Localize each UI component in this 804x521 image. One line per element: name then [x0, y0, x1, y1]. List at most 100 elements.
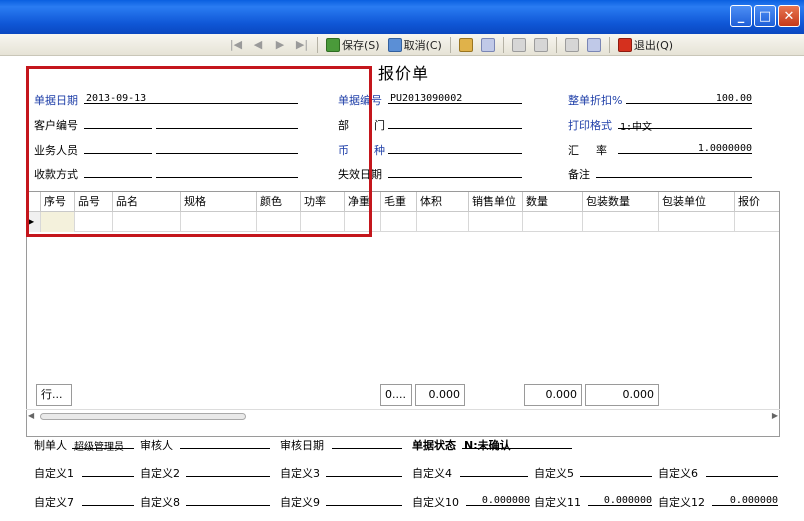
scroll-thumb[interactable]: [40, 413, 246, 420]
minimize-button[interactable]: _: [730, 5, 752, 27]
dept-field[interactable]: [388, 115, 522, 129]
properties-icon: [458, 37, 473, 52]
customer-name-field[interactable]: [156, 115, 298, 129]
export-button[interactable]: [562, 36, 582, 54]
row-ops-button[interactable]: 行...: [36, 384, 72, 406]
grid-cell[interactable]: [583, 212, 659, 232]
grid-cell[interactable]: [41, 212, 75, 232]
cancel-icon: [387, 37, 402, 52]
grid-cell[interactable]: [735, 212, 779, 232]
custom5-field[interactable]: [580, 463, 652, 477]
col-header[interactable]: 品号: [75, 192, 113, 212]
col-header[interactable]: 净重: [345, 192, 381, 212]
grid-cell[interactable]: [469, 212, 523, 232]
grid-cell[interactable]: [381, 212, 417, 232]
table-row[interactable]: [27, 212, 779, 232]
grid-cell[interactable]: [345, 212, 381, 232]
currency-field[interactable]: [388, 140, 522, 154]
audit-date-field[interactable]: [332, 435, 402, 449]
custom4-field[interactable]: [460, 463, 528, 477]
total-qty: 0.000: [524, 384, 582, 406]
custom3-field[interactable]: [326, 463, 402, 477]
total-weight: 0....: [380, 384, 412, 406]
print-button[interactable]: [509, 36, 529, 54]
properties-button[interactable]: [456, 36, 476, 54]
exit-label: 退出(Q): [633, 38, 674, 52]
dept-label-a: 部: [338, 119, 349, 132]
payment-name-field[interactable]: [156, 164, 298, 178]
custom4-label: 自定义4: [412, 467, 452, 480]
custom11-label: 自定义11: [534, 496, 581, 509]
nav-first-button[interactable]: |◀: [226, 38, 246, 51]
nav-prev-button[interactable]: ◀: [248, 38, 268, 51]
doc-no-label: 单据编号: [338, 94, 382, 107]
grid-cell[interactable]: [257, 212, 301, 232]
col-header[interactable]: 颜色: [257, 192, 301, 212]
col-header[interactable]: 体积: [417, 192, 469, 212]
rate-label-b: 率: [596, 144, 607, 157]
remark-field[interactable]: [596, 164, 752, 178]
custom10-label: 自定义10: [412, 496, 459, 509]
total-volume: 0.000: [415, 384, 465, 406]
status-label: 单据状态: [412, 439, 456, 452]
grid-cell[interactable]: [301, 212, 345, 232]
currency-label-a: 币: [338, 144, 349, 157]
col-header[interactable]: 规格: [181, 192, 257, 212]
custom10-value: 0.000000: [481, 495, 530, 506]
grid-cell[interactable]: [417, 212, 469, 232]
col-header[interactable]: 报价: [735, 192, 779, 212]
salesperson-code-field[interactable]: [84, 140, 152, 154]
tools-button[interactable]: [478, 36, 498, 54]
cancel-button[interactable]: 取消(C): [385, 36, 445, 54]
grid-corner: [27, 192, 41, 212]
maximize-button[interactable]: □: [754, 5, 776, 27]
close-button[interactable]: ✕: [778, 5, 800, 27]
custom7-label: 自定义7: [34, 496, 74, 509]
window-titlebar: _ □ ✕: [0, 0, 804, 34]
expire-date-label: 失效日期: [338, 168, 382, 181]
discount-label: 整单折扣%: [568, 94, 623, 107]
document-menu-button[interactable]: [584, 36, 604, 54]
grid-cell[interactable]: [659, 212, 735, 232]
preview-button[interactable]: [531, 36, 551, 54]
save-button[interactable]: 保存(S): [323, 36, 383, 54]
custom8-field[interactable]: [186, 492, 270, 506]
col-header[interactable]: 品名: [113, 192, 181, 212]
nav-last-button[interactable]: ▶|: [292, 38, 312, 51]
col-header[interactable]: 包装数量: [583, 192, 659, 212]
scroll-right-icon[interactable]: ▶: [772, 411, 778, 420]
rate-label-a: 汇: [568, 144, 579, 157]
nav-next-button[interactable]: ▶: [270, 38, 290, 51]
col-header[interactable]: 销售单位: [469, 192, 523, 212]
save-icon: [326, 37, 340, 52]
customer-code-field[interactable]: [84, 115, 152, 129]
expire-date-field[interactable]: [388, 164, 522, 178]
auditor-field[interactable]: [180, 435, 270, 449]
grid-cell[interactable]: [113, 212, 181, 232]
col-header[interactable]: 毛重: [381, 192, 417, 212]
exit-button[interactable]: 退出(Q): [615, 36, 676, 54]
grid-cell[interactable]: [181, 212, 257, 232]
col-header[interactable]: 功率: [301, 192, 345, 212]
custom6-label: 自定义6: [658, 467, 698, 480]
col-header[interactable]: 序号: [41, 192, 75, 212]
grid-cell[interactable]: [75, 212, 113, 232]
payment-code-field[interactable]: [84, 164, 152, 178]
col-header[interactable]: 数量: [523, 192, 583, 212]
custom9-field[interactable]: [326, 492, 402, 506]
print-format-label: 打印格式: [568, 119, 612, 132]
document-icon: [586, 37, 601, 52]
horizontal-scrollbar[interactable]: ◀ ▶: [26, 409, 780, 423]
salesperson-name-field[interactable]: [156, 140, 298, 154]
col-header[interactable]: 包装单位: [659, 192, 735, 212]
custom2-field[interactable]: [186, 463, 270, 477]
save-label: 保存(S): [342, 38, 380, 52]
custom6-field[interactable]: [706, 463, 778, 477]
print-icon: [511, 37, 526, 52]
custom7-field[interactable]: [82, 492, 134, 506]
toolbar-separator: [317, 36, 318, 53]
scroll-left-icon[interactable]: ◀: [28, 411, 34, 420]
custom1-field[interactable]: [82, 463, 134, 477]
grid-cell[interactable]: [523, 212, 583, 232]
salesperson-label: 业务人员: [34, 144, 78, 157]
